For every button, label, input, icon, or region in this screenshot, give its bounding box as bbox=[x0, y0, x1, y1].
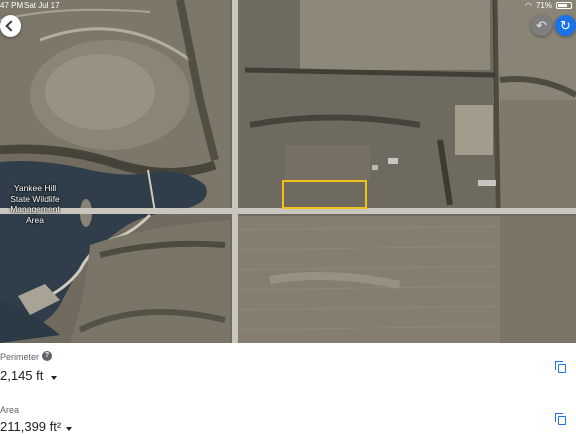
map-label-line: Management bbox=[10, 204, 60, 214]
status-time: 47 PM bbox=[0, 1, 24, 10]
map-label-line: State Wildlife bbox=[10, 193, 60, 204]
perimeter-value[interactable]: 2,145 ft bbox=[0, 368, 43, 383]
area-label: Area bbox=[0, 405, 20, 415]
battery-fill bbox=[558, 4, 567, 7]
status-right: ◠ 71% bbox=[525, 0, 572, 11]
status-date: Sat Jul 17 bbox=[24, 1, 60, 10]
measurement-panel: Perimeter ? 2,145 ft Area 211,399 ft² bbox=[0, 343, 576, 434]
wifi-icon: ◠ bbox=[525, 1, 532, 10]
undo-button[interactable]: ↶ bbox=[531, 15, 552, 36]
back-button[interactable] bbox=[0, 15, 21, 37]
redo-button[interactable]: ↻ bbox=[555, 15, 576, 36]
redo-icon: ↻ bbox=[560, 18, 571, 33]
satellite-imagery bbox=[0, 0, 576, 343]
perimeter-unit-dropdown-icon[interactable] bbox=[51, 376, 57, 380]
battery-percent: 71% bbox=[535, 1, 552, 10]
map-label-line: Area bbox=[26, 214, 44, 225]
help-icon[interactable]: ? bbox=[42, 351, 52, 361]
copy-perimeter-icon[interactable] bbox=[555, 361, 566, 373]
copy-area-icon[interactable] bbox=[555, 413, 566, 425]
perimeter-label: Perimeter bbox=[0, 352, 40, 362]
satellite-map[interactable]: 47 PM Sat Jul 17 ◠ 71% Yankee Hill State… bbox=[0, 0, 576, 343]
area-unit-dropdown-icon[interactable] bbox=[66, 427, 72, 431]
map-place-label: Yankee Hill State Wildlife Management Ar… bbox=[2, 183, 68, 225]
status-bar: 47 PM Sat Jul 17 ◠ 71% bbox=[0, 0, 576, 11]
undo-icon: ↶ bbox=[536, 18, 547, 33]
map-label-line: Yankee Hill bbox=[13, 183, 57, 193]
battery-icon bbox=[556, 2, 572, 9]
